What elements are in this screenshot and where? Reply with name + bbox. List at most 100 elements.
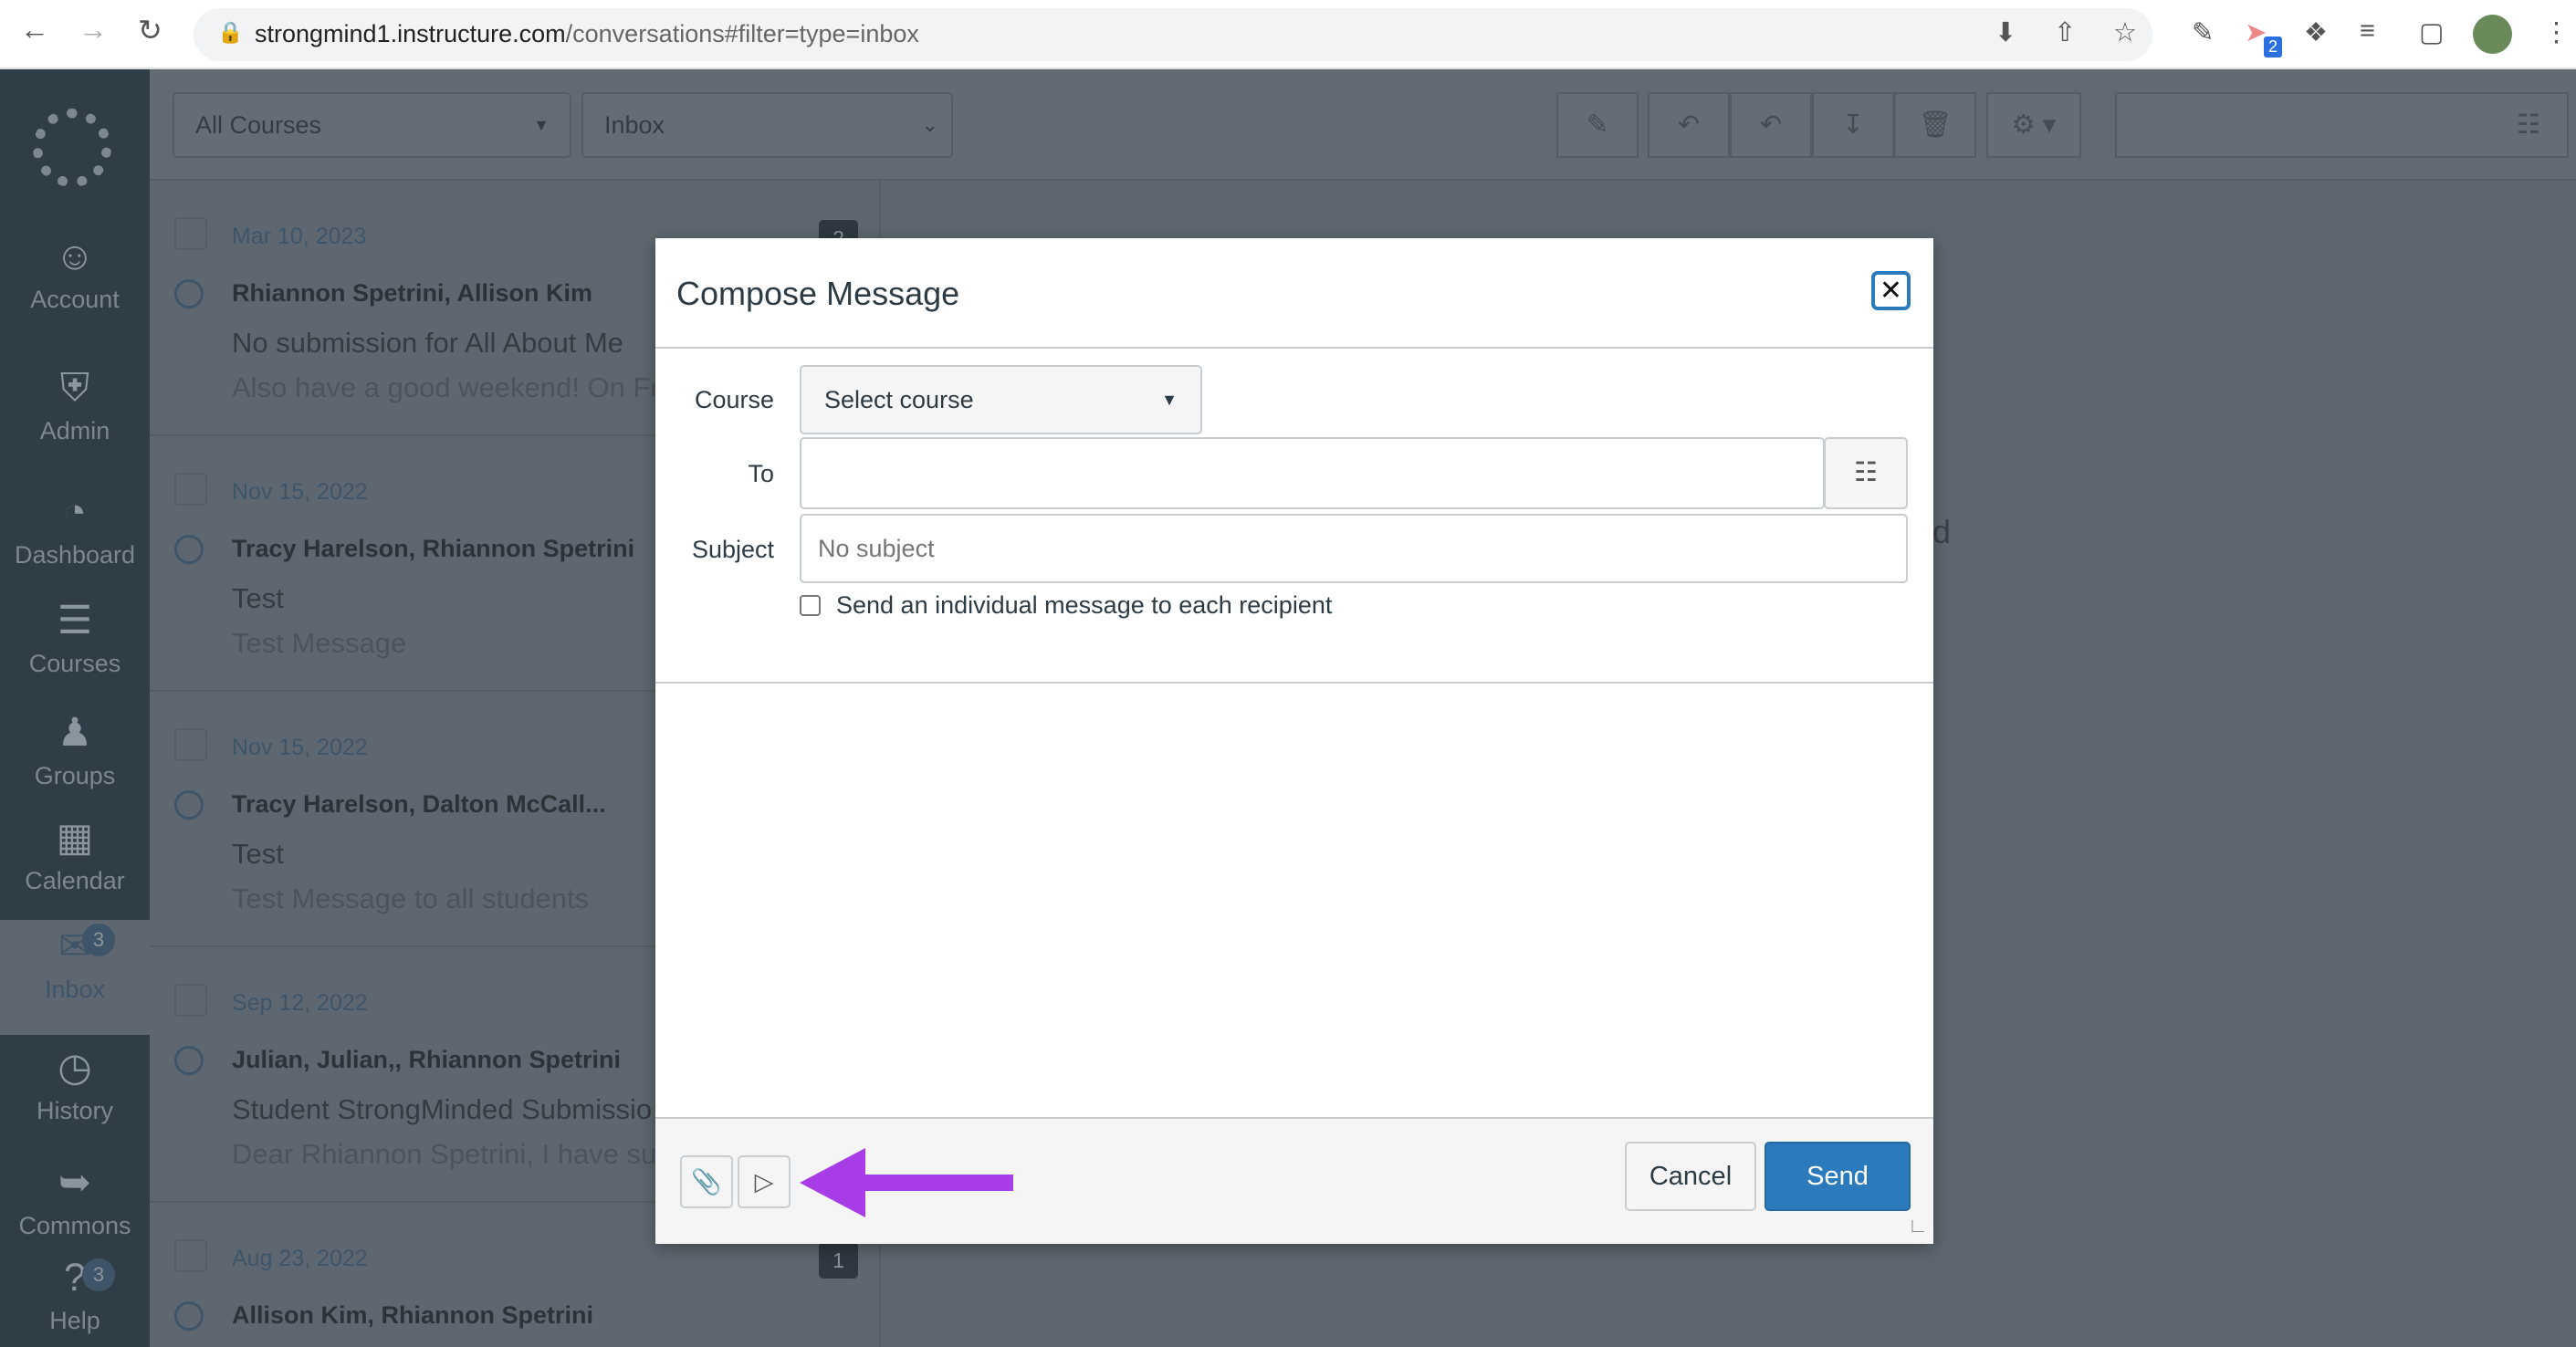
close-button[interactable]: ✕ [1871,271,1911,310]
course-filter-select[interactable]: All Courses ▼ [173,92,571,158]
profile-avatar[interactable] [2473,15,2512,54]
browser-toolbar: ← → ↻ 🔒 strongmind1.instructure.com/conv… [0,0,2576,69]
caret-down-icon: ▼ [1161,391,1178,409]
inbox-icon: ✉ [58,924,92,968]
reply-button[interactable]: ↶ [1648,92,1730,158]
question-icon: ? [64,1256,86,1300]
sidebar-item-account[interactable]: ☺ Account [0,234,150,314]
canvas-logo[interactable] [33,109,111,187]
read-status-toggle[interactable] [174,279,204,308]
attach-file-button[interactable]: 📎 [680,1155,733,1208]
sidebar-item-groups[interactable]: ♟ Groups [0,710,150,790]
sidebar-item-calendar[interactable]: ▦ Calendar [0,815,150,895]
sidebar-item-commons[interactable]: ➥ Commons [0,1160,150,1240]
select-checkbox[interactable] [174,984,207,1017]
reply-all-button[interactable]: ↶ [1730,92,1812,158]
caret-down-icon: ▼ [533,116,550,134]
conversation-date: Aug 23, 2022 [232,1246,368,1271]
sidebar-item-courses[interactable]: ☰ Courses [0,598,150,678]
url-text[interactable]: strongmind1.instructure.com/conversation… [255,20,919,48]
sidebar-item-history[interactable]: ◷ History [0,1045,150,1125]
divider [655,347,1933,349]
close-icon: ✕ [1879,276,1903,306]
read-status-toggle[interactable] [174,790,204,820]
conversation-participants: Tracy Harelson, Dalton McCall... [232,790,606,818]
reply-all-icon: ↶ [1759,110,1783,140]
sidebar-item-admin[interactable]: ⛨ Admin [0,365,150,445]
conversation-preview: Dear Rhiannon Spetrini, I have su [232,1138,657,1170]
sidebar-item-label: Account [30,286,120,313]
sidebar-item-dashboard[interactable]: ◔ Dashboard [0,489,150,569]
search-recipients-input[interactable]: ☷ [2115,92,2569,158]
background-text-fragment: d [1932,513,1952,550]
side-panel-icon[interactable]: ▢ [2419,16,2444,48]
settings-button[interactable]: ⚙ ▾ [1986,92,2081,158]
extension-badge: 2 [2264,37,2282,57]
menu-icon[interactable]: ⋮ [2543,16,2570,48]
reply-icon: ↶ [1677,110,1701,140]
conversation-date: Sep 12, 2022 [232,990,368,1016]
url-host: strongmind1.instructure.com [255,20,566,47]
select-checkbox[interactable] [174,728,207,761]
select-checkbox[interactable] [174,1239,207,1272]
course-select[interactable]: Select course ▼ [800,365,1202,434]
sidebar-item-label: Admin [39,417,110,444]
cancel-button[interactable]: Cancel [1625,1142,1756,1211]
compose-button[interactable]: ✎ [1556,92,1639,158]
conversation-participants: Allison Kim, Rhiannon Spetrini [232,1301,594,1329]
back-icon[interactable]: ← [20,13,49,47]
avatar-icon: ☺ [55,235,95,278]
sidebar-item-label: Commons [18,1212,131,1239]
message-body-textarea[interactable] [655,684,1933,1117]
install-icon[interactable]: ⬇ [1995,16,2016,48]
sidebar-item-inbox[interactable]: ✉ Inbox 3 [0,920,150,1035]
archive-button[interactable]: ↧ [1812,92,1894,158]
resize-handle-icon[interactable]: ∟ [1908,1214,1928,1237]
delete-button[interactable]: 🗑 [1894,92,1976,158]
annotation-arrow-icon [800,1148,1013,1217]
share-icon[interactable]: ⇧ [2054,16,2076,48]
read-status-toggle[interactable] [174,535,204,564]
puzzle-icon[interactable]: ❖ [2304,16,2328,48]
forward-icon[interactable]: → [79,13,108,47]
conversation-date: Mar 10, 2023 [232,224,367,249]
conversation-participants: Julian, Julian,, Rhiannon Spetrini [232,1046,622,1073]
to-input[interactable] [800,437,1825,509]
commons-arrow-icon: ➥ [58,1161,92,1205]
read-status-toggle[interactable] [174,1301,204,1331]
select-checkbox[interactable] [174,473,207,506]
individual-message-label[interactable]: Send an individual message to each recip… [836,591,1332,620]
to-label: To [748,460,774,487]
record-media-button[interactable]: ▷ [738,1155,791,1208]
sidebar-item-label: Courses [28,650,121,677]
send-button[interactable]: Send [1764,1142,1911,1211]
sidebar-item-label: History [36,1097,113,1124]
read-status-toggle[interactable] [174,1046,204,1075]
book-icon: ☰ [57,599,93,642]
reload-icon[interactable]: ↻ [138,13,162,47]
sidebar-item-help[interactable]: ? Help 3 [0,1255,150,1335]
pen-extension-icon[interactable]: ✎ [2192,16,2214,48]
select-checkbox[interactable] [174,217,207,250]
trash-icon: 🗑 [1918,110,1953,140]
shield-key-icon: ⛨ [59,366,90,410]
star-icon[interactable]: ☆ [2113,16,2137,48]
mailbox-filter-label: Inbox [604,111,665,139]
sidebar-item-label: Calendar [25,867,125,894]
subject-label: Subject [691,536,774,563]
clock-icon: ◷ [58,1046,92,1090]
conversation-subject: Student StrongMinded Submissio [232,1093,653,1125]
address-book-button[interactable]: ☷ [1824,437,1908,509]
course-select-value: Select course [824,386,974,413]
mailbox-filter-select[interactable]: Inbox ⌄ [581,92,953,158]
individual-message-checkbox[interactable] [800,595,821,616]
reading-list-icon[interactable]: ≡ [2360,16,2375,47]
sidebar-item-label: Help [49,1307,100,1334]
calendar-icon: ▦ [56,816,94,860]
compose-message-dialog: Compose Message ✕ Course Select course ▼ … [655,238,1933,1244]
url-path: /conversations#filter=type=inbox [565,20,919,47]
subject-input[interactable] [800,514,1908,583]
compose-icon: ✎ [1586,110,1609,140]
conversation-subject: No submission for All About Me [232,327,624,359]
notification-badge: 3 [82,1258,115,1291]
